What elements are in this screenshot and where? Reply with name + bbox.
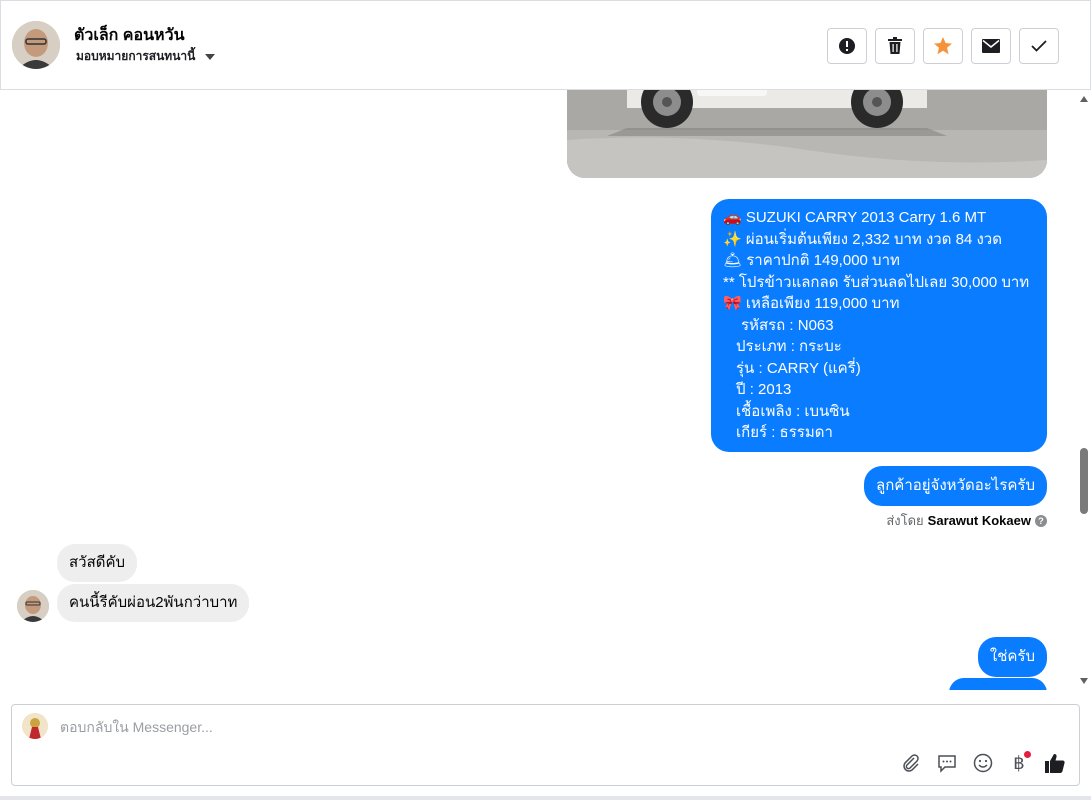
listing-line: ✨ ผ่อนเริ่มต้นเพียง 2,332 บาท งวด 84 งวด [723,230,1002,248]
contact-avatar[interactable] [12,21,60,69]
bottom-border [0,796,1091,800]
trash-icon [888,37,902,54]
incoming-message[interactable]: สวัสดีคับ [57,544,138,582]
message-thread[interactable]: 🚗 SUZUKI CARRY 2013 Carry 1.6 MT ✨ ผ่อนเ… [0,90,1091,690]
like-button[interactable] [1043,751,1067,775]
incoming-message[interactable]: คนนี้รีคับผ่อน2พันกว่าบาท [57,584,250,622]
listing-line: เชื้อเพลิง : เบนซิน [736,402,850,420]
thumbs-up-icon [1045,754,1065,773]
sent-by-prefix: ส่งโดย [886,513,924,528]
star-icon [934,37,952,55]
delete-button[interactable] [875,28,915,64]
exclamation-icon [839,38,855,54]
page-avatar [22,713,48,739]
notification-dot [1024,751,1031,758]
envelope-icon [982,39,1000,53]
paperclip-icon [903,754,919,772]
car-photo[interactable] [567,90,1047,178]
check-icon [1031,40,1047,52]
speech-bubble-icon [938,755,956,773]
reply-input[interactable] [60,719,960,735]
caret-down-icon [205,53,216,60]
listing-line: 🚗 SUZUKI CARRY 2013 Carry 1.6 MT [723,209,987,226]
scrollbar-thumb[interactable] [1080,448,1088,514]
saved-replies-button[interactable] [935,751,959,775]
contact-name[interactable]: ตัวเล็ก คอนหวัน [74,23,185,48]
ask-province-message[interactable]: ลูกค้าอยู่จังหวัดอะไรครับ [864,466,1047,506]
listing-line: ปี : 2013 [736,381,792,398]
report-button[interactable] [827,28,867,64]
partial-outgoing-message[interactable] [949,678,1047,690]
baht-icon: ฿ [1013,752,1025,774]
listing-message[interactable]: 🚗 SUZUKI CARRY 2013 Carry 1.6 MT ✨ ผ่อนเ… [711,199,1047,452]
emoji-button[interactable] [971,751,995,775]
composer-tools: ฿ [899,751,1067,775]
reply-composer: ฿ [11,704,1080,786]
listing-line: รุ่น : CARRY (แครี่) [736,359,861,377]
listing-line: เกียร์ : ธรรมดา [736,424,833,441]
contact-avatar-small[interactable] [17,590,49,622]
smiley-icon [973,753,993,773]
reply-yes-message[interactable]: ใช่ครับ [977,637,1047,677]
assign-conversation-dropdown[interactable]: มอบหมายการสนทนานี้ [76,47,216,66]
header-actions [827,28,1059,64]
assign-label: มอบหมายการสนทนานี้ [76,49,196,63]
listing-line: 🎀 เหลือเพียง 119,000 บาท [723,295,900,312]
listing-line: รหัสรถ : N063 [741,316,834,334]
mark-unread-button[interactable] [971,28,1011,64]
listing-line: ** โปรข้าวแลกลด รับส่วนลดไปเลย 30,000 บา… [723,273,1030,291]
scroll-down-arrow-icon[interactable] [1080,678,1088,684]
conversation-header: ตัวเล็ก คอนหวัน มอบหมายการสนทนานี้ [0,0,1091,90]
sender-name: Sarawut Kokaew [927,513,1031,528]
mark-done-button[interactable] [1019,28,1059,64]
sent-by-line: ส่งโดย Sarawut Kokaew ? [886,510,1047,531]
scroll-up-arrow-icon[interactable] [1080,96,1088,102]
listing-line: 🛎 ราคาปกติ 149,000 บาท [723,252,900,269]
payment-button[interactable]: ฿ [1007,751,1031,775]
help-icon[interactable]: ? [1035,514,1047,527]
attach-button[interactable] [899,751,923,775]
thread-scrollbar[interactable] [1077,90,1091,690]
star-button[interactable] [923,28,963,64]
listing-line: ประเภท : กระบะ [736,338,842,355]
